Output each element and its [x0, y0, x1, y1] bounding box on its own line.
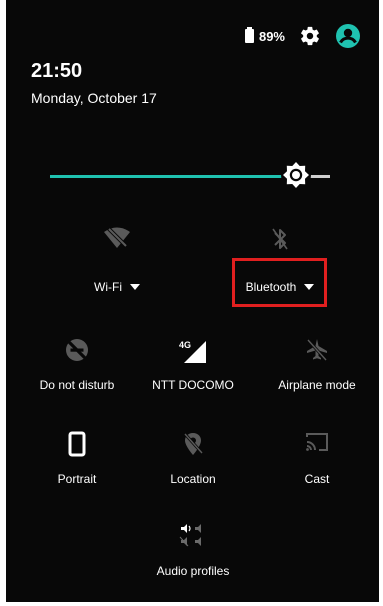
- do-not-disturb-icon: [64, 337, 90, 368]
- location-off-icon: [182, 431, 204, 462]
- tile-rotation-label: Portrait: [57, 472, 97, 486]
- brightness-icon[interactable]: [280, 159, 312, 191]
- tile-wifi[interactable]: Wi-Fi: [56, 226, 178, 296]
- bluetooth-highlight-box: [232, 258, 327, 307]
- account-icon[interactable]: [335, 23, 361, 49]
- tile-location[interactable]: Location: [132, 431, 254, 501]
- brightness-slider[interactable]: [50, 160, 330, 190]
- bluetooth-icon: [270, 226, 290, 257]
- audio-profiles-icon: [178, 523, 208, 554]
- signal-badge: 4G: [179, 340, 191, 350]
- gear-icon[interactable]: [299, 25, 321, 47]
- tile-wifi-label: Wi-Fi: [94, 279, 122, 294]
- wifi-off-icon: [103, 226, 131, 255]
- tile-airplane-mode[interactable]: Airplane mode: [256, 337, 378, 407]
- tile-cast-label: Cast: [304, 472, 330, 486]
- tile-mobile-data[interactable]: 4G NTT DOCOMO: [132, 337, 254, 407]
- portrait-icon: [68, 431, 86, 462]
- tile-do-not-disturb-label: Do not disturb: [39, 378, 115, 392]
- tile-location-label: Location: [170, 472, 216, 486]
- cast-icon: [304, 431, 330, 458]
- screen: 89% 21:50 Monday, October 17 Wi-Fi Bluet…: [0, 0, 383, 606]
- clock-date: Monday, October 17: [31, 90, 157, 106]
- status-bar: 89%: [244, 22, 361, 50]
- tile-cast[interactable]: Cast: [256, 431, 378, 501]
- quick-settings-panel: 89% 21:50 Monday, October 17 Wi-Fi Bluet…: [6, 0, 379, 602]
- battery-percentage: 89%: [258, 28, 285, 44]
- tile-airplane-mode-label: Airplane mode: [278, 378, 356, 392]
- clock-time: 21:50: [31, 60, 83, 82]
- airplane-icon: [305, 337, 329, 368]
- tile-audio-profiles-label: Audio profiles: [156, 564, 230, 578]
- tile-mobile-data-label: NTT DOCOMO: [152, 378, 234, 392]
- signal-icon: 4G: [176, 337, 210, 370]
- battery-indicator: 89%: [244, 27, 285, 44]
- tile-audio-profiles[interactable]: Audio profiles: [132, 523, 254, 593]
- tile-do-not-disturb[interactable]: Do not disturb: [16, 337, 138, 407]
- battery-icon: [244, 27, 254, 43]
- chevron-down-icon[interactable]: [129, 283, 140, 290]
- tile-rotation[interactable]: Portrait: [16, 431, 138, 501]
